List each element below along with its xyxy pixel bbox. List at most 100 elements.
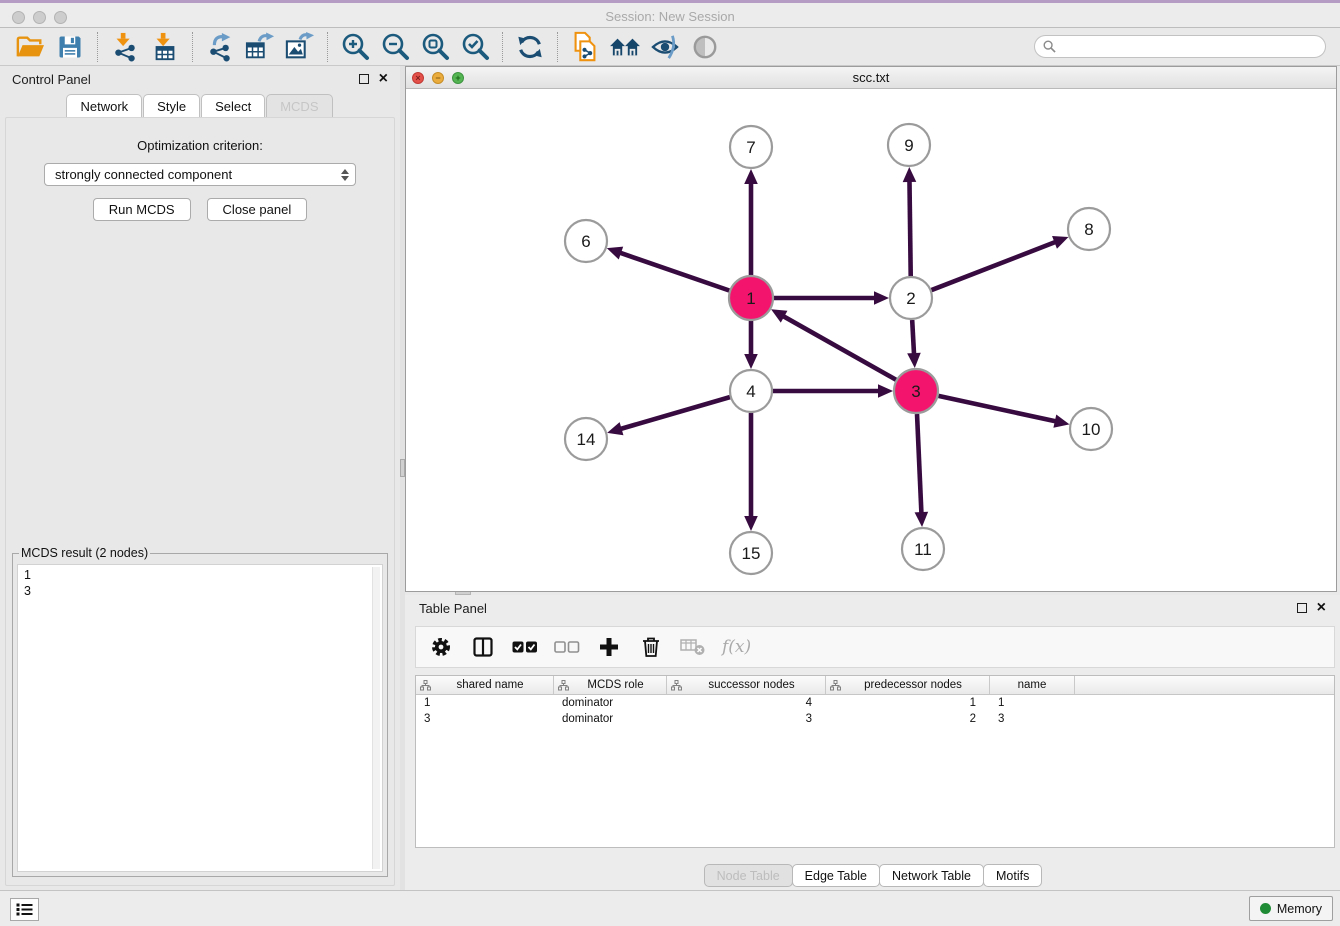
delete-column-button[interactable] [638, 634, 664, 660]
select-all-button[interactable] [512, 634, 538, 660]
float-table-panel-icon[interactable] [1297, 603, 1307, 613]
graph-arrowhead-1-4 [744, 354, 758, 369]
trash-icon [641, 636, 661, 658]
graph-edge-2-3[interactable] [912, 320, 914, 356]
export-image-icon [284, 32, 316, 62]
graph-edge-2-9[interactable] [909, 179, 910, 276]
table-tabs: Node TableEdge TableNetwork TableMotifs [405, 864, 1340, 887]
graph-edge-4-14[interactable] [619, 397, 730, 429]
plus-icon [599, 637, 619, 657]
copy-view-button[interactable] [565, 30, 605, 64]
zoom-selected-button[interactable] [455, 30, 495, 64]
status-bar: Memory [0, 890, 1340, 926]
zoom-out-button[interactable] [375, 30, 415, 64]
export-table-button[interactable] [240, 30, 280, 64]
function-builder-button[interactable]: f(x) [722, 637, 751, 657]
table-cell[interactable]: 3 [667, 711, 826, 727]
float-panel-icon[interactable] [359, 74, 369, 84]
export-table-icon [244, 32, 276, 62]
open-folder-icon [15, 33, 45, 61]
hierarchy-icon [558, 680, 569, 691]
table-toolbar: f(x) [415, 626, 1335, 668]
dropdown-stepper-icon [341, 169, 349, 181]
table-cell[interactable]: 3 [416, 711, 554, 727]
hierarchy-icon [671, 680, 682, 691]
table-cell[interactable]: 3 [990, 711, 1075, 727]
graph-edge-3-11[interactable] [917, 414, 921, 515]
control-panel: Control Panel × NetworkStyleSelectMCDS O… [0, 66, 400, 890]
tab-select[interactable]: Select [201, 94, 265, 117]
network-canvas[interactable]: 7968124314101511 [406, 89, 1336, 591]
deselect-all-icon [554, 640, 580, 654]
graph-edge-3-10[interactable] [938, 396, 1057, 422]
graph-node-label-10: 10 [1082, 420, 1101, 439]
table-panel: Table Panel × [405, 595, 1340, 890]
table-row[interactable]: 3dominator323 [416, 711, 1334, 727]
zoom-in-icon [340, 32, 370, 62]
save-session-button[interactable] [50, 30, 90, 64]
optimization-dropdown[interactable]: strongly connected component [44, 163, 356, 186]
graph-node-label-2: 2 [906, 289, 915, 308]
table-cell[interactable]: 2 [826, 711, 990, 727]
zoom-in-button[interactable] [335, 30, 375, 64]
task-history-button[interactable] [10, 898, 39, 921]
column-header-MCDS-role[interactable]: MCDS role [554, 676, 667, 694]
export-network-button[interactable] [200, 30, 240, 64]
add-column-button[interactable] [596, 634, 622, 660]
graph-edge-2-8[interactable] [932, 241, 1058, 290]
graph-edge-3-1[interactable] [781, 315, 895, 380]
table-cell[interactable]: dominator [554, 711, 667, 727]
result-scrollbar[interactable] [372, 567, 380, 869]
column-visibility-button[interactable] [470, 634, 496, 660]
column-header-label: successor nodes [682, 679, 821, 691]
table-cell[interactable]: 1 [416, 695, 554, 711]
tab-style[interactable]: Style [143, 94, 200, 117]
refresh-icon [516, 33, 544, 61]
table-cell[interactable]: 1 [990, 695, 1075, 711]
open-session-button[interactable] [10, 30, 50, 64]
export-network-icon [205, 32, 235, 62]
column-header-shared-name[interactable]: shared name [416, 676, 554, 694]
network-window-titlebar[interactable]: scc.txt × − + [406, 67, 1336, 89]
import-table-button[interactable] [145, 30, 185, 64]
table-cell[interactable]: 1 [826, 695, 990, 711]
memory-status-icon [1260, 903, 1271, 914]
zoom-fit-button[interactable] [415, 30, 455, 64]
graph-arrowhead-1-6 [607, 247, 623, 260]
table-row[interactable]: 1dominator411 [416, 695, 1334, 711]
delete-table-icon [680, 638, 706, 656]
tab-edge-table[interactable]: Edge Table [792, 864, 880, 887]
close-panel-icon[interactable]: × [379, 74, 388, 84]
table-cell[interactable]: dominator [554, 695, 667, 711]
deselect-all-button[interactable] [554, 634, 580, 660]
column-header-label: shared name [431, 679, 549, 691]
tab-network[interactable]: Network [66, 94, 142, 117]
close-table-panel-icon[interactable]: × [1317, 603, 1326, 613]
show-all-button[interactable] [685, 30, 725, 64]
run-mcds-button[interactable]: Run MCDS [93, 198, 191, 221]
close-panel-button[interactable]: Close panel [207, 198, 308, 221]
tab-node-table[interactable]: Node Table [704, 864, 793, 887]
tab-motifs[interactable]: Motifs [983, 864, 1042, 887]
first-neighbors-button[interactable] [605, 30, 645, 64]
memory-button[interactable]: Memory [1249, 896, 1333, 921]
graph-node-label-3: 3 [911, 382, 920, 401]
mcds-result-text[interactable]: 1 3 [18, 565, 382, 601]
search-icon [1043, 40, 1056, 53]
column-header-name[interactable]: name [990, 676, 1075, 694]
hide-selected-button[interactable] [645, 30, 685, 64]
delete-table-button[interactable] [680, 634, 706, 660]
graph-edge-1-6[interactable] [618, 252, 729, 290]
tab-network-table[interactable]: Network Table [879, 864, 984, 887]
toolbar-separator [502, 32, 503, 62]
column-header-predecessor-nodes[interactable]: predecessor nodes [826, 676, 990, 694]
table-cell[interactable]: 4 [667, 695, 826, 711]
tab-mcds[interactable]: MCDS [266, 94, 332, 117]
table-settings-button[interactable] [428, 634, 454, 660]
graph-arrowhead-2-8 [1052, 236, 1068, 249]
import-network-button[interactable] [105, 30, 145, 64]
column-header-successor-nodes[interactable]: successor nodes [667, 676, 826, 694]
refresh-view-button[interactable] [510, 30, 550, 64]
export-image-button[interactable] [280, 30, 320, 64]
search-input[interactable] [1061, 40, 1317, 54]
